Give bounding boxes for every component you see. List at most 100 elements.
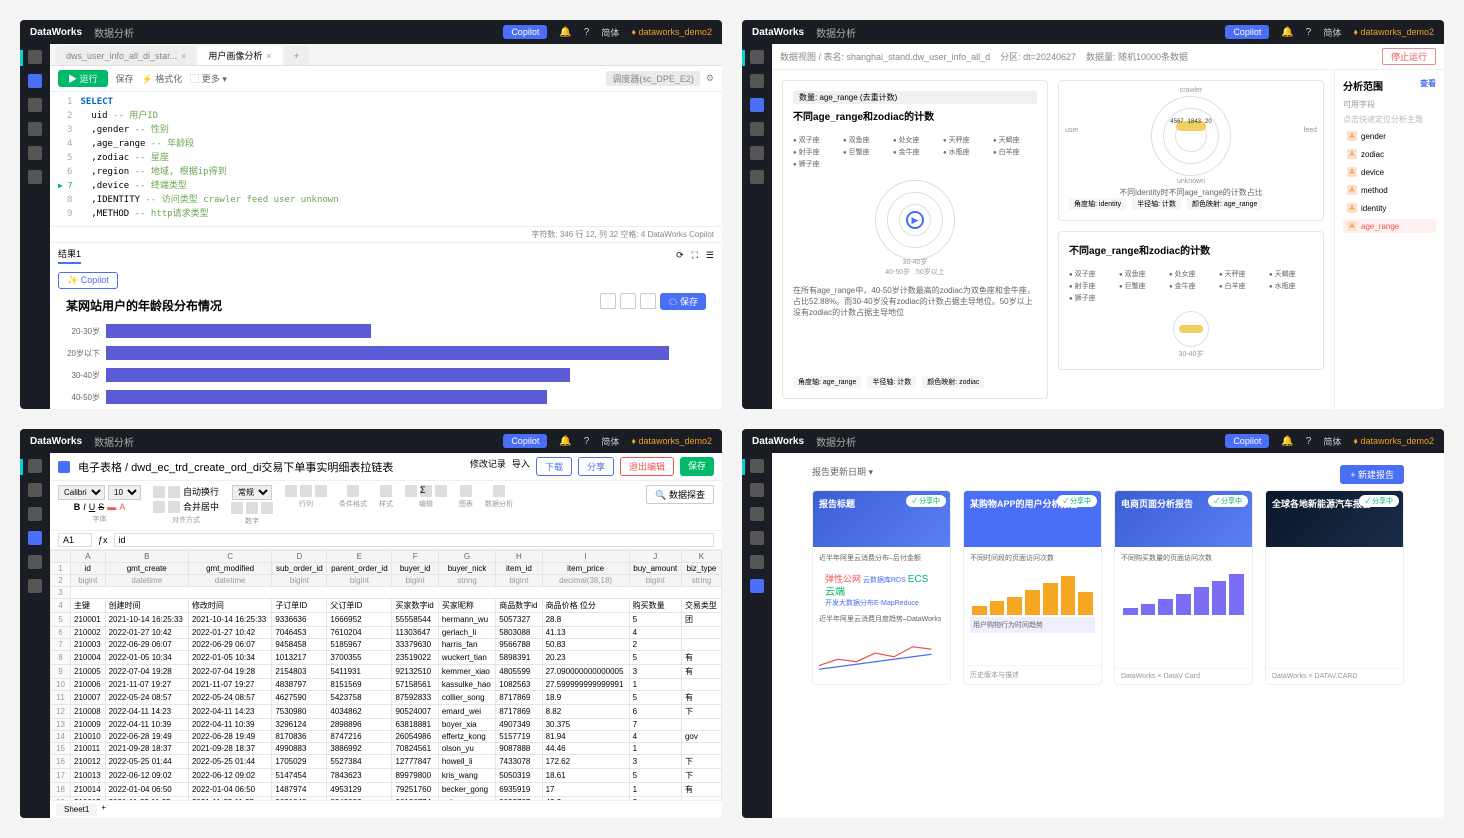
sidebar-more-icon[interactable]: [750, 170, 764, 184]
formula-input[interactable]: [114, 533, 714, 547]
chart-type-icon[interactable]: [600, 293, 616, 309]
font-select[interactable]: Calibri: [58, 485, 105, 500]
scheduler-badge[interactable]: 调度器(sc_DPE_E2): [606, 71, 700, 86]
save-button[interactable]: 保存: [680, 457, 714, 476]
cell-name-input[interactable]: [58, 533, 92, 547]
sidebar-table-icon[interactable]: [28, 146, 42, 160]
settings-icon[interactable]: ⚙: [706, 73, 714, 84]
data-explore-button[interactable]: 🔍 数据探查: [646, 485, 714, 504]
result-tab-1[interactable]: 结果1: [58, 247, 81, 264]
chart-save-button[interactable]: ☁ 保存: [660, 293, 706, 310]
sidebar-table-icon[interactable]: [750, 555, 764, 569]
bell-icon[interactable]: 🔔: [1281, 27, 1293, 38]
stop-button[interactable]: 停止运行: [1382, 48, 1436, 65]
sidebar-sql-icon[interactable]: [28, 74, 42, 88]
copilot-button[interactable]: Copilot: [1225, 25, 1269, 39]
date-filter[interactable]: 报告更新日期 ▾: [812, 465, 1404, 478]
sidebar-home-icon[interactable]: [750, 50, 764, 64]
sidebar-home-icon[interactable]: [28, 459, 42, 473]
align-left-icon[interactable]: [153, 486, 165, 498]
sheet-tab-1[interactable]: Sheet1: [56, 803, 97, 816]
share-button[interactable]: 分享: [578, 457, 614, 476]
fill-color-icon[interactable]: ▬: [107, 502, 116, 512]
sidebar-home-icon[interactable]: [750, 459, 764, 473]
sidebar-more-icon[interactable]: [28, 170, 42, 184]
sidebar-chart-icon[interactable]: [28, 122, 42, 136]
expand-icon[interactable]: ⛶: [692, 250, 698, 261]
add-sheet-icon[interactable]: +: [101, 803, 106, 816]
sidebar-sql-icon[interactable]: [750, 74, 764, 88]
sidebar-search-icon[interactable]: [28, 507, 42, 521]
sidebar-chart-icon[interactable]: [28, 555, 42, 569]
size-select[interactable]: 10: [108, 485, 141, 500]
user-label[interactable]: ♦ dataworks_demo2: [631, 27, 712, 37]
filter-icon[interactable]: ☰: [706, 250, 714, 261]
chart-edit-icon[interactable]: [620, 293, 636, 309]
field-identity[interactable]: Aidentity: [1343, 201, 1436, 215]
tab-1[interactable]: dws_user_info_all_di_star...×: [56, 46, 196, 65]
import-link[interactable]: 导入: [512, 457, 530, 476]
sidebar-sheet-icon[interactable]: [28, 531, 42, 545]
save-button[interactable]: 保存: [116, 72, 134, 85]
more-button[interactable]: ⬚ 更多 ▾: [190, 72, 227, 85]
sidebar-sql-icon[interactable]: [750, 483, 764, 497]
spreadsheet-grid[interactable]: ABCDEFGHIJK1idgmt_creategmt_modifiedsub_…: [50, 550, 722, 800]
sidebar-chart-icon[interactable]: [750, 531, 764, 545]
code-editor[interactable]: 123456▶ 789 SELECT uid -- 用户ID ,gender -…: [50, 92, 722, 226]
sidebar-report-icon[interactable]: [750, 579, 764, 593]
bold-icon[interactable]: B: [74, 502, 81, 512]
report-card-1[interactable]: ✓ 分享中某购物APP的用户分析报告不同时间段的页面访问次数用户购物行为时间趋势…: [963, 490, 1102, 685]
italic-icon[interactable]: I: [83, 502, 86, 512]
refresh-icon[interactable]: ⟳: [676, 250, 684, 261]
field-gender[interactable]: Agender: [1343, 129, 1436, 143]
copilot-pill[interactable]: ✨ Copilot: [58, 272, 118, 289]
view-button[interactable]: 查看: [1420, 78, 1436, 93]
menu-data-analysis[interactable]: 数据分析: [94, 25, 134, 40]
tab-2[interactable]: 用户画像分析×: [198, 46, 281, 65]
close-icon[interactable]: ×: [266, 51, 271, 61]
font-color-icon[interactable]: A: [119, 502, 125, 512]
copilot-button[interactable]: Copilot: [1225, 434, 1269, 448]
strike-icon[interactable]: S: [98, 502, 104, 512]
bell-icon[interactable]: 🔔: [559, 436, 571, 447]
language-switch[interactable]: 简体: [601, 26, 619, 39]
copilot-button[interactable]: Copilot: [503, 434, 547, 448]
sidebar-home-icon[interactable]: [28, 50, 42, 64]
fx-icon[interactable]: ƒx: [98, 535, 108, 545]
bell-icon[interactable]: 🔔: [559, 27, 571, 38]
sidebar-search-icon[interactable]: [28, 98, 42, 112]
field-method[interactable]: Amethod: [1343, 183, 1436, 197]
field-zodiac[interactable]: Azodiac: [1343, 147, 1436, 161]
download-button[interactable]: 下载: [536, 457, 572, 476]
align-center-icon[interactable]: [168, 486, 180, 498]
sidebar-search-icon[interactable]: [750, 507, 764, 521]
help-icon[interactable]: ?: [584, 27, 590, 38]
number-format-select[interactable]: 常规: [232, 485, 272, 500]
sidebar-explore-icon[interactable]: [750, 98, 764, 112]
sidebar-table-icon[interactable]: [750, 146, 764, 160]
play-icon[interactable]: ▶: [906, 211, 924, 229]
run-button[interactable]: ▶ 运行: [58, 70, 108, 87]
help-icon[interactable]: ?: [1306, 27, 1312, 38]
help-icon[interactable]: ?: [584, 436, 590, 447]
sidebar-sql-icon[interactable]: [28, 483, 42, 497]
format-button[interactable]: ⚡ 格式化: [142, 72, 183, 85]
sidebar: [742, 44, 772, 409]
sidebar-more-icon[interactable]: [28, 579, 42, 593]
new-report-button[interactable]: + 新建报告: [1340, 465, 1404, 484]
report-card-3[interactable]: ✓ 分享中全球各地新能源汽车报告DataWorks × DATAV.CARD: [1265, 490, 1404, 685]
sidebar-chart-icon[interactable]: [750, 122, 764, 136]
exit-button[interactable]: 退出编辑: [620, 457, 674, 476]
help-icon[interactable]: ?: [1306, 436, 1312, 447]
tab-add[interactable]: +: [284, 46, 309, 65]
report-card-0[interactable]: ✓ 分享中报告标题近半年阿里云消费分布–后付金额弹性公网 云数据库RDS ECS…: [812, 490, 951, 685]
close-icon[interactable]: ×: [181, 51, 186, 61]
report-card-2[interactable]: ✓ 分享中电商页面分析报告不同购买数量的页面访问次数DataWorks × Da…: [1114, 490, 1253, 685]
history-link[interactable]: 修改记录: [470, 457, 506, 476]
chart-download-icon[interactable]: [640, 293, 656, 309]
field-age_range[interactable]: Aage_range: [1343, 219, 1436, 233]
field-device[interactable]: Adevice: [1343, 165, 1436, 179]
underline-icon[interactable]: U: [89, 502, 96, 512]
copilot-button[interactable]: Copilot: [503, 25, 547, 39]
bell-icon[interactable]: 🔔: [1281, 436, 1293, 447]
